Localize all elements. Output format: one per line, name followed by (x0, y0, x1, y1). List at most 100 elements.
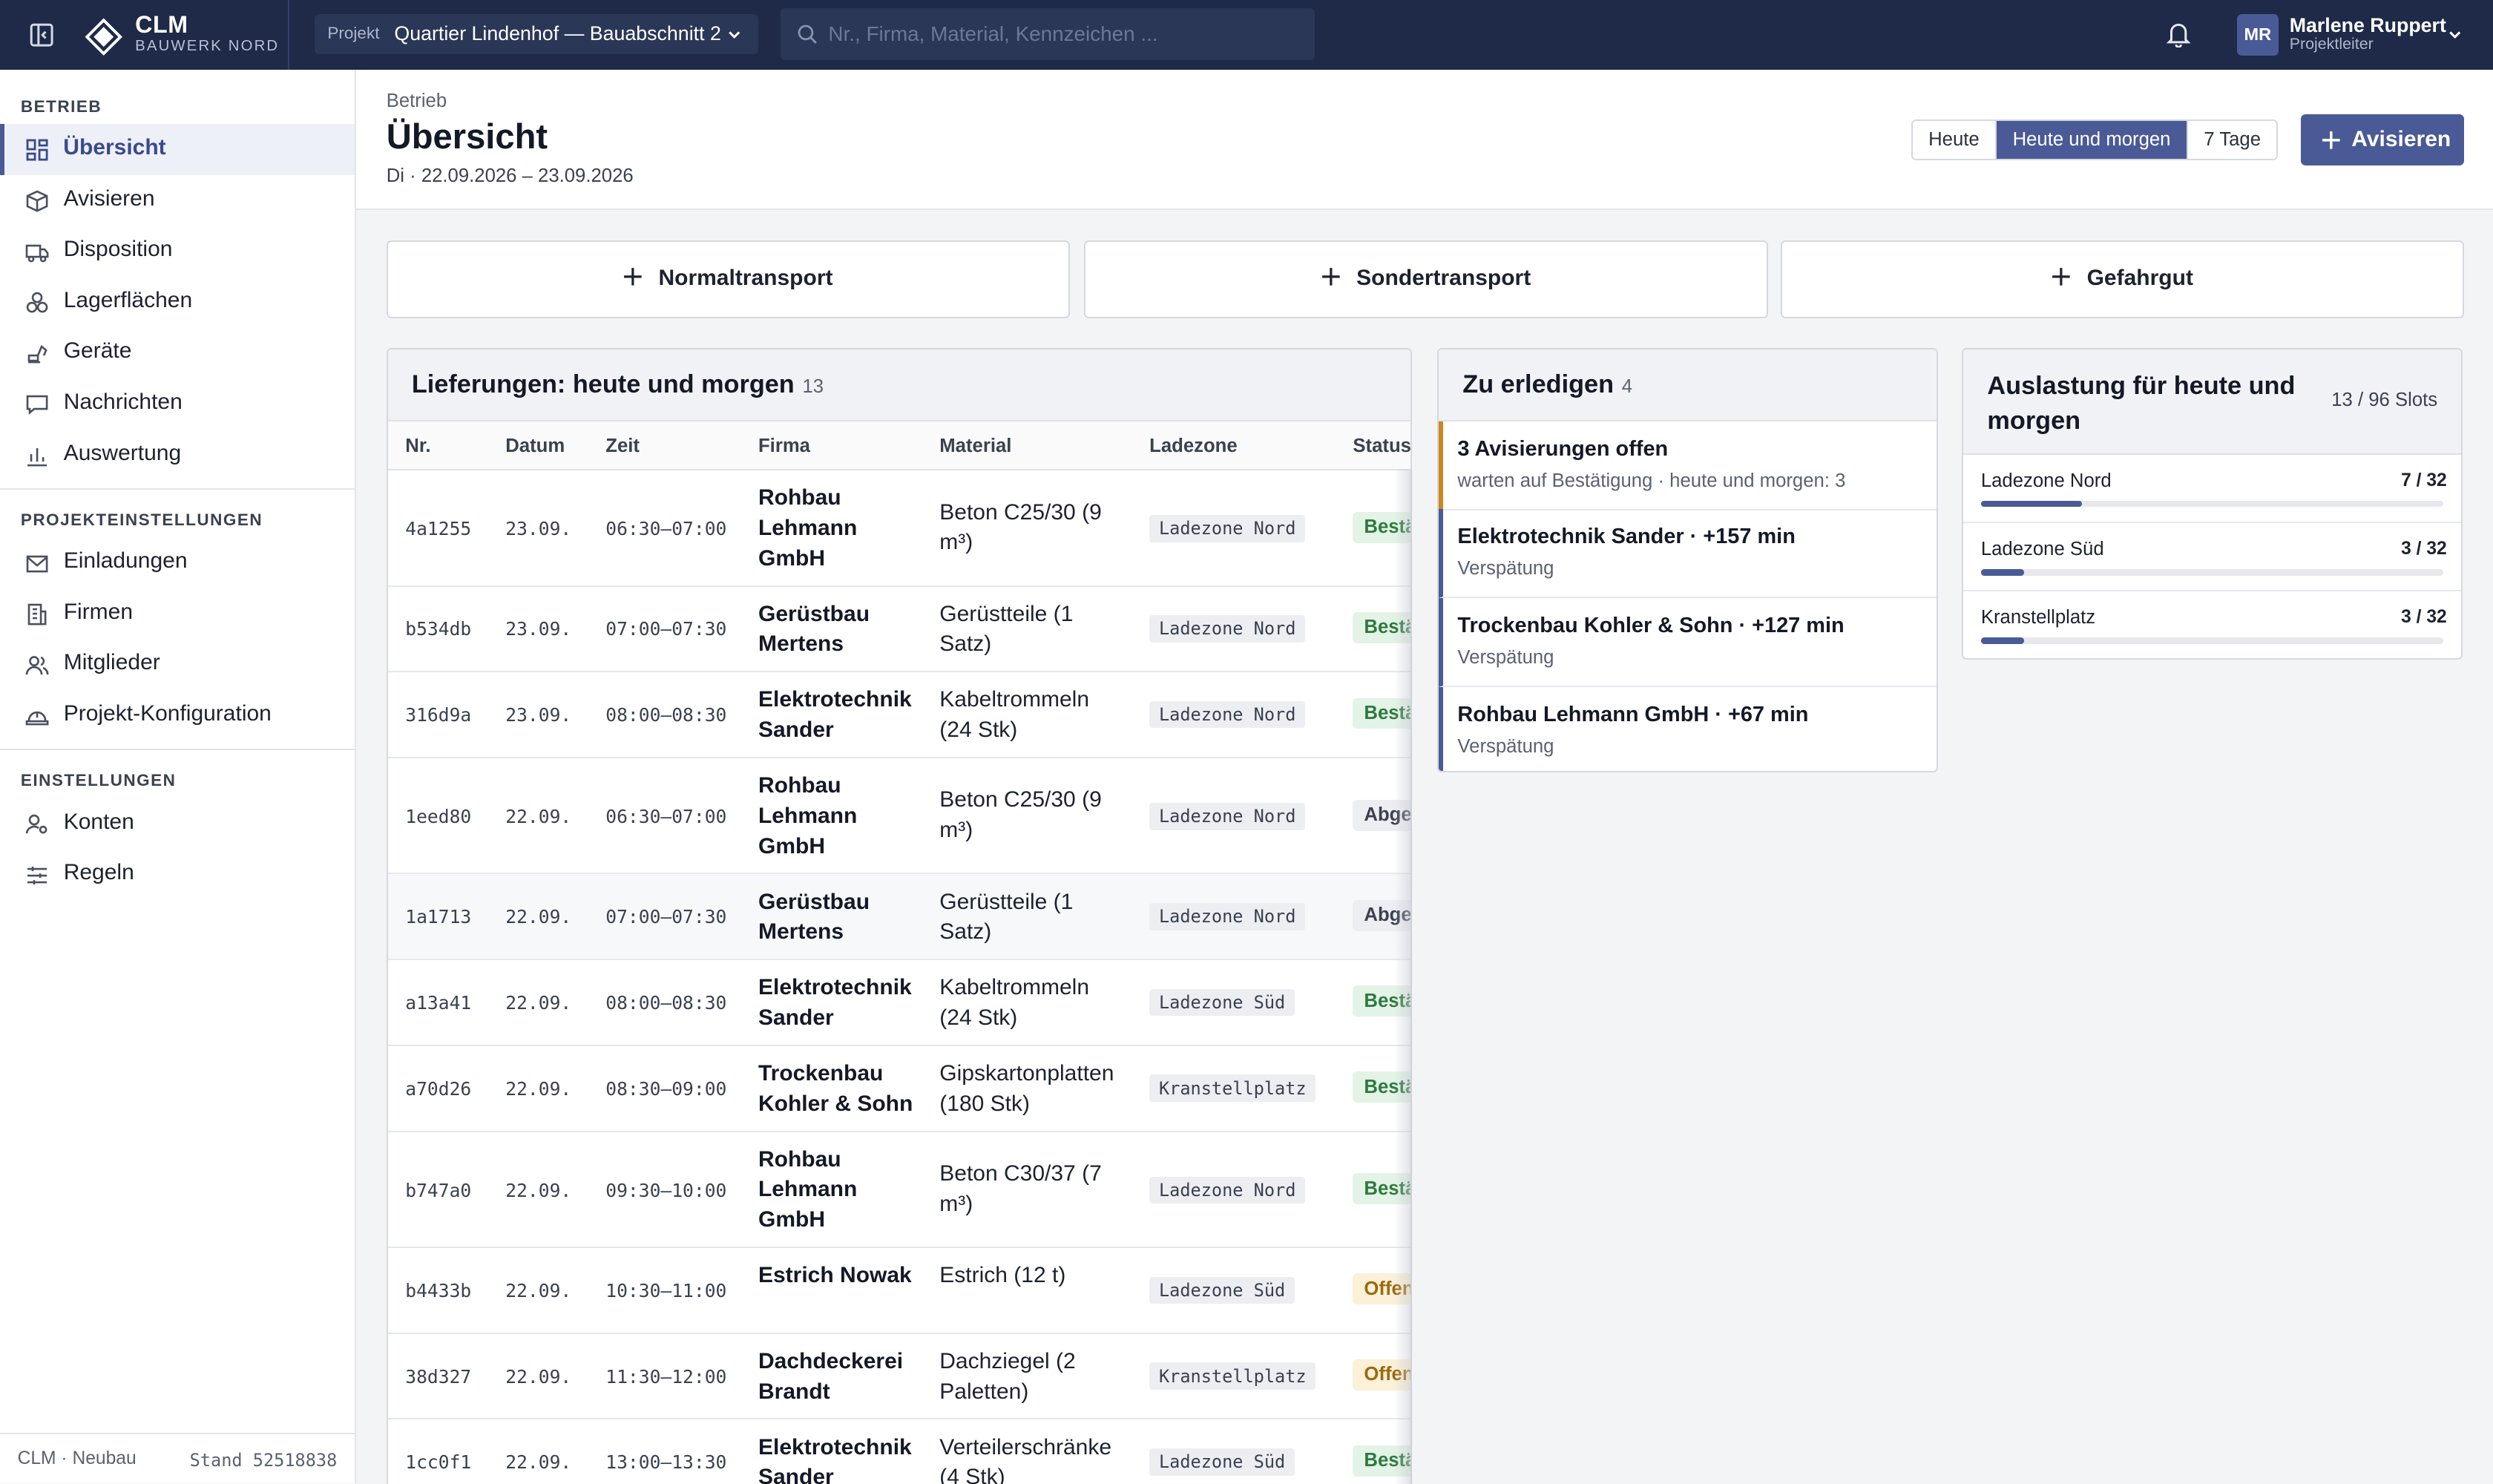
todo-header: Zu erledigen 4 (1439, 349, 1937, 421)
sidebar-item-lagerflaechen[interactable]: Lagerflächen (0, 277, 355, 328)
user-name[interactable]: Marlene Ruppert (2290, 14, 2446, 37)
table-row[interactable]: 4a1255 23.09. 06:30–07:00 Rohbau Lehmann Gm… (387, 470, 1410, 587)
sidebar-item-label: Mitglieder (63, 650, 160, 675)
table-scroll-fade (1394, 469, 1412, 1484)
column-header-zeit[interactable]: Zeit (605, 436, 640, 457)
sidebar-item-auswertung[interactable]: Auswertung (0, 430, 355, 481)
sidebar-item-konten[interactable]: Konten (0, 798, 355, 850)
project-select[interactable]: Projekt Quartier Lindenhof — Bauabschnit… (315, 14, 759, 54)
column-header-datum[interactable]: Datum (505, 436, 565, 457)
todo-item[interactable]: 3 Avisierungen offen warten auf Bestätig… (1439, 421, 1937, 510)
column-header-nr[interactable]: Nr. (405, 436, 430, 457)
delivery-date: 22.09. (505, 1077, 572, 1100)
column-header-status[interactable]: Status (1353, 436, 1410, 457)
range-today-button[interactable]: Heute (1913, 120, 1997, 160)
search-input[interactable] (828, 14, 1306, 54)
table-row[interactable]: a70d26 22.09. 08:30–09:00 Trockenbau Kohler… (387, 1046, 1410, 1132)
sidebar-item-label: Konten (63, 809, 134, 834)
delivery-firm: Rohbau Lehmann GmbH (758, 773, 858, 858)
brand-subtitle: BAUWERK NORD (135, 38, 280, 55)
delivery-material: Kabeltrommeln (24 Stk) (939, 687, 1090, 743)
table-row[interactable]: b747a0 22.09. 09:30–10:00 Rohbau Lehmann Gm… (387, 1132, 1410, 1248)
zone-progress-fill (1980, 568, 2025, 576)
sidebar-item-label: Nachrichten (63, 389, 183, 414)
dashboard-icon (26, 139, 48, 161)
chevron-down-icon[interactable] (2447, 27, 2463, 42)
footer-build: Stand 52518838 (189, 1450, 338, 1471)
excavator-icon (27, 344, 47, 364)
top-bar: CLM BAUWERK NORD Projekt Quartier Linden… (0, 0, 2493, 70)
delivery-material: Beton C25/30 (9 m³) (939, 787, 1102, 843)
todo-item-title: Elektrotechnik Sander · +157 min (1457, 524, 1796, 548)
sidebar-item-firmen[interactable]: Firmen (0, 588, 355, 640)
table-row[interactable]: b534db 23.09. 07:00–07:30 Gerüstbau Mertens… (387, 587, 1410, 673)
normaltransport-button[interactable]: Normaltransport (386, 240, 1071, 318)
todo-item[interactable]: Trockenbau Kohler & Sohn · +127 min Vers… (1439, 597, 1937, 687)
breadcrumb[interactable]: Betrieb (387, 91, 447, 112)
sondertransport-button[interactable]: Sondertransport (1084, 240, 1768, 318)
building-icon (27, 603, 47, 626)
column-header-ladezone[interactable]: Ladezone (1149, 436, 1238, 457)
date-range: Di · 22.09.2026 – 23.09.2026 (386, 165, 634, 186)
zone-progress-track (1980, 500, 2444, 508)
sidebar-item-uebersicht[interactable]: Übersicht (0, 124, 355, 175)
table-row[interactable]: a13a41 22.09. 08:00–08:30 Elektrotechnik Sa… (387, 960, 1410, 1046)
sidebar-divider (0, 749, 355, 751)
plus-icon (2322, 131, 2340, 149)
table-row[interactable]: 1eed80 22.09. 06:30–07:00 Rohbau Lehmann Gm… (387, 758, 1410, 875)
sidebar-item-regeln[interactable]: Regeln (0, 849, 355, 900)
sidebar-item-projekt-konfiguration[interactable]: Projekt-Konfiguration (0, 690, 355, 741)
delivery-number: 316d9a (405, 704, 472, 726)
column-header-material[interactable]: Material (939, 436, 1011, 457)
delivery-time: 07:00–07:30 (605, 618, 727, 640)
bell-icon[interactable] (2166, 21, 2191, 48)
utilization-row: Kranstellplatz 3 / 32 (1963, 591, 2461, 658)
zone-name: Kranstellplatz (1980, 607, 2096, 628)
delivery-number: b534db (405, 618, 472, 640)
delivery-zone: Ladezone Nord (1149, 802, 1306, 830)
helmet-icon (25, 712, 49, 726)
table-row[interactable]: 38d327 22.09. 11:30–12:00 Dachdeckerei Bran… (387, 1334, 1410, 1420)
sidebar-item-avisieren[interactable]: Avisieren (0, 175, 355, 226)
table-row[interactable]: 1a1713 22.09. 07:00–07:30 Gerüstbau Mertens… (387, 874, 1410, 961)
delivery-firm: Estrich Nowak (758, 1263, 912, 1288)
todo-title-text: Zu erledigen (1462, 370, 1615, 399)
sidebar-divider (0, 487, 355, 490)
todo-item-subtitle: Verspätung (1457, 646, 1554, 668)
range-today-tomorrow-button[interactable]: Heute und morgen (1997, 120, 2188, 160)
utilization-header: Auslastung für heute und morgen 13 / 96 … (1963, 349, 2462, 455)
delivery-date: 22.09. (505, 806, 572, 828)
zone-progress-track (1980, 568, 2444, 576)
sidebar-item-mitglieder[interactable]: Mitglieder (0, 639, 355, 690)
sidebar-item-disposition[interactable]: Disposition (0, 226, 355, 277)
sidebar-item-nachrichten[interactable]: Nachrichten (0, 378, 355, 430)
quick-action-label: Sondertransport (1356, 265, 1531, 290)
range-7-days-button[interactable]: 7 Tage (2188, 121, 2277, 159)
sidebar-item-geraete[interactable]: Geräte (0, 327, 355, 378)
message-icon (26, 395, 48, 416)
delivery-number: 1cc0f1 (405, 1451, 472, 1474)
utilization-summary: 13 / 96 Slots (2331, 389, 2438, 410)
todo-item[interactable]: Elektrotechnik Sander · +157 min Verspät… (1439, 508, 1937, 598)
utilization-title: Auslastung für heute und morgen (1987, 371, 2296, 436)
todo-item[interactable]: Rohbau Lehmann GmbH · +67 min Verspätung (1439, 686, 1937, 772)
user-key-icon (25, 814, 47, 834)
column-header-firma[interactable]: Firma (758, 436, 810, 457)
gefahrgut-button[interactable]: Gefahrgut (1781, 240, 2465, 318)
delivery-firm: Rohbau Lehmann GmbH (758, 485, 858, 571)
delivery-time: 08:30–09:00 (605, 1077, 727, 1100)
delivery-time: 07:00–07:30 (605, 906, 727, 928)
todo-item-title: Trockenbau Kohler & Sohn · +127 min (1457, 613, 1845, 637)
table-row[interactable]: 1cc0f1 22.09. 13:00–13:30 Elektrotechnik Sa… (388, 1419, 1410, 1484)
avisieren-button[interactable]: Avisieren (2300, 114, 2465, 165)
delivery-number: 1a1713 (405, 906, 472, 928)
todo-item-subtitle: warten auf Bestätigung · heute und morge… (1457, 470, 1846, 492)
zone-slots: 3 / 32 (2401, 607, 2447, 628)
sidebar-toggle-icon[interactable] (29, 22, 54, 47)
table-row[interactable]: b4433b 22.09. 10:30–11:00 Estrich Nowak Estr… (387, 1248, 1410, 1334)
table-row[interactable]: 316d9a 23.09. 08:00–08:30 Elektrotechnik Sa… (387, 672, 1410, 758)
delivery-date: 22.09. (505, 1179, 572, 1201)
avatar[interactable]: MR (2237, 14, 2279, 56)
sidebar-item-einladungen[interactable]: Einladungen (0, 537, 355, 588)
utilization-row: Ladezone Süd 3 / 32 (1963, 523, 2462, 591)
